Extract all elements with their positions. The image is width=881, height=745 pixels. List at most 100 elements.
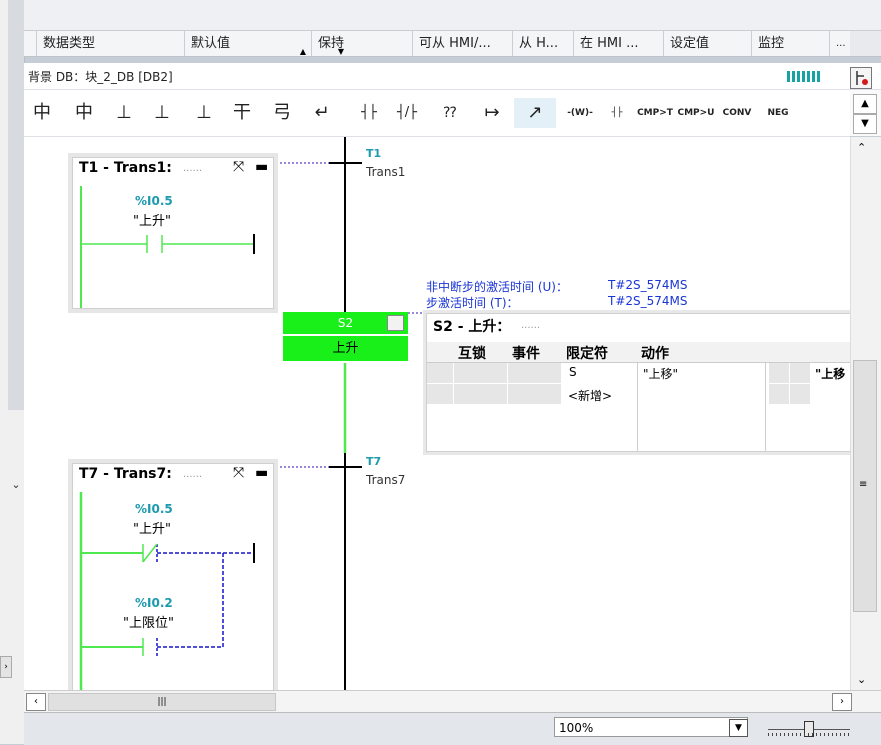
tb-no-contact-icon[interactable]: ┤├ <box>352 98 386 128</box>
vertical-scroll-thumb[interactable]: ≡ <box>853 360 877 612</box>
row-gutter <box>790 363 810 383</box>
column-accessible-hmi[interactable]: 可从 HMI/... <box>412 31 511 56</box>
t7-contact1-tag[interactable]: "上升" <box>133 518 171 537</box>
row-gutter <box>427 363 453 383</box>
sort-down-icon[interactable]: ▼ <box>330 48 352 56</box>
column-more[interactable]: ... <box>829 31 850 56</box>
action-cell-2[interactable]: "上移 <box>815 365 845 382</box>
header-action: 动作 <box>641 346 669 362</box>
tb-cmp-t-icon[interactable]: CMP>T <box>634 98 676 128</box>
scroll-down-icon[interactable]: ⌄ <box>857 673 866 686</box>
event-cell[interactable] <box>508 363 561 383</box>
column-retain[interactable]: 保持 <box>311 31 413 56</box>
t1-contact-address[interactable]: %I0.5 <box>135 194 173 208</box>
t1-contact-tag[interactable]: "上升" <box>133 210 171 229</box>
step-detail-comment[interactable]: ...... <box>521 320 540 331</box>
header-interlock: 互锁 <box>458 346 486 362</box>
tb-warning-coil-icon[interactable]: -(W)- <box>562 98 598 128</box>
chevron-down-icon[interactable]: ⌄ <box>8 476 24 494</box>
expand-arrow-icon[interactable]: › <box>0 656 12 678</box>
zoom-input[interactable]: 100% <box>554 717 748 737</box>
scroll-left-icon[interactable]: ‹ <box>26 693 46 711</box>
tb-transition-icon[interactable]: ⊥ <box>110 98 138 128</box>
tb-step-transition-icon[interactable]: 中 <box>70 98 98 128</box>
interlock-cell[interactable] <box>454 363 507 383</box>
zoom-slider-ticks <box>768 733 850 736</box>
tb-nc-contact-icon[interactable]: ┤/├ <box>390 98 424 128</box>
row-gutter <box>790 384 810 404</box>
tb-return-icon[interactable]: ↵ <box>308 98 336 128</box>
row-gutter <box>769 384 789 404</box>
noninterrupted-time-value: T#2S_574MS <box>608 278 688 292</box>
status-bar: 100% ▼ <box>24 712 881 745</box>
sort-up-icon[interactable]: ▲ <box>292 48 314 56</box>
tb-compare-icon[interactable]: ┤├ <box>602 98 632 128</box>
scroll-right-icon[interactable]: › <box>832 693 852 711</box>
event-cell[interactable] <box>508 384 561 404</box>
header-qualifier: 限定符 <box>566 346 608 362</box>
transition-t7-label: T7 <box>366 455 382 468</box>
tb-neg-icon[interactable]: NEG <box>758 98 798 128</box>
row-gutter <box>769 363 789 383</box>
interlock-cell[interactable] <box>454 384 507 404</box>
instance-db-bar: 背景 DB：块_2_DB [DB2] <box>24 63 881 90</box>
transition-t7-name: Trans7 <box>366 473 406 487</box>
column-default-value[interactable]: 默认值 <box>184 31 303 56</box>
column-writable-hmi[interactable]: 从 H... <box>512 31 571 56</box>
tb-conv-icon[interactable]: CONV <box>718 98 756 128</box>
tb-empty-box-icon[interactable]: ⁇ <box>436 98 464 128</box>
action-cell[interactable]: "上移" <box>643 365 678 382</box>
tb-transition-step-icon[interactable]: ⊥ <box>148 98 176 128</box>
t7-contact1-address[interactable]: %I0.5 <box>135 502 173 516</box>
step-s2-header[interactable]: S2 <box>283 312 408 334</box>
transition-t7-box[interactable]: T7 - Trans7: ...... ⤧ ▬ %I0.5 "上升" %I0.2… <box>72 463 274 690</box>
action-table-header: 互锁 事件 限定符 动作 <box>427 342 850 363</box>
add-new-action[interactable]: <新增> <box>568 387 612 404</box>
transition-t1-label: T1 <box>366 147 382 160</box>
interface-column-header: 数据类型 默认值 保持 可从 HMI/... 从 H... 在 HMI ... … <box>24 31 850 57</box>
left-panel-scroll <box>8 0 24 410</box>
tb-open-branch-icon[interactable]: ↦ <box>478 98 506 128</box>
column-setpoint[interactable]: 设定值 <box>663 31 750 56</box>
transition-t1-name: Trans1 <box>366 165 406 179</box>
step-action-table[interactable]: S2 - 上升： ...... 互锁 事件 限定符 动作 S "上移" "上移 … <box>426 313 850 452</box>
toolbar-scroll: ▲ ▼ <box>850 90 881 136</box>
transition-t1-box[interactable]: T1 - Trans1: ...... ⤧ ▬ %I0.5 "上升" <box>72 157 274 309</box>
scroll-up-icon[interactable]: ⌃ <box>857 141 866 154</box>
scroll-up-icon[interactable]: ▲ <box>853 94 877 114</box>
tb-branch-alt-icon[interactable]: 干 <box>228 98 256 128</box>
qualifier-cell[interactable]: S <box>569 365 577 379</box>
tb-cmp-u-icon[interactable]: CMP>U <box>676 98 716 128</box>
step-s2-number: S2 <box>337 316 354 330</box>
memory-meter-icon <box>787 71 821 82</box>
column-visible-hmi[interactable]: 在 HMI ... <box>573 31 662 56</box>
instruction-toolbar: 中 中 ⊥ ⊥ ⊥ 干 弓 ↵ ┤├ ┤/├ ⁇ ↦ ↗ -(W)- ┤├ CM… <box>24 90 850 137</box>
db-options-icon[interactable] <box>850 67 872 89</box>
horizontal-scroll-thumb[interactable]: ||| <box>48 693 276 711</box>
instance-db-label: 背景 DB：块_2_DB [DB2] <box>28 70 173 84</box>
t7-rung <box>79 492 255 690</box>
tb-jump-icon[interactable]: ⊥ <box>190 98 218 128</box>
tb-close-branch-icon[interactable]: ↗ <box>514 98 556 128</box>
top-toolbar-strip <box>24 0 881 31</box>
step-s2-name[interactable]: 上升 <box>283 336 408 361</box>
column-data-type[interactable]: 数据类型 <box>36 31 183 56</box>
t1-rung <box>80 186 255 308</box>
tb-step-icon[interactable]: 中 <box>28 98 56 128</box>
step-detail-title: S2 - 上升： <box>433 319 511 335</box>
header-corner <box>850 31 881 57</box>
graph-editor-canvas[interactable]: T1 Trans1 T7 Trans7 T1 - Trans1: ...... … <box>24 137 850 690</box>
column-supervision[interactable]: 监控 <box>751 31 828 56</box>
horizontal-scrollbar[interactable]: ‹ ||| › <box>24 690 881 713</box>
t7-contact2-address[interactable]: %I0.2 <box>135 596 173 610</box>
step-active-time-value: T#2S_574MS <box>608 294 688 308</box>
zoom-dropdown-icon[interactable]: ▼ <box>729 719 748 737</box>
row-gutter <box>427 384 453 404</box>
header-event: 事件 <box>512 346 540 362</box>
step-table-icon[interactable] <box>387 315 404 331</box>
noninterrupted-time-label: 非中断步的激活时间 (U)： <box>426 280 568 294</box>
step-active-time-label: 步激活时间 (T)： <box>426 296 519 310</box>
tb-branch-sim-icon[interactable]: 弓 <box>268 98 296 128</box>
scroll-down-icon[interactable]: ▼ <box>853 114 877 134</box>
t7-contact2-tag[interactable]: "上限位" <box>123 612 174 631</box>
